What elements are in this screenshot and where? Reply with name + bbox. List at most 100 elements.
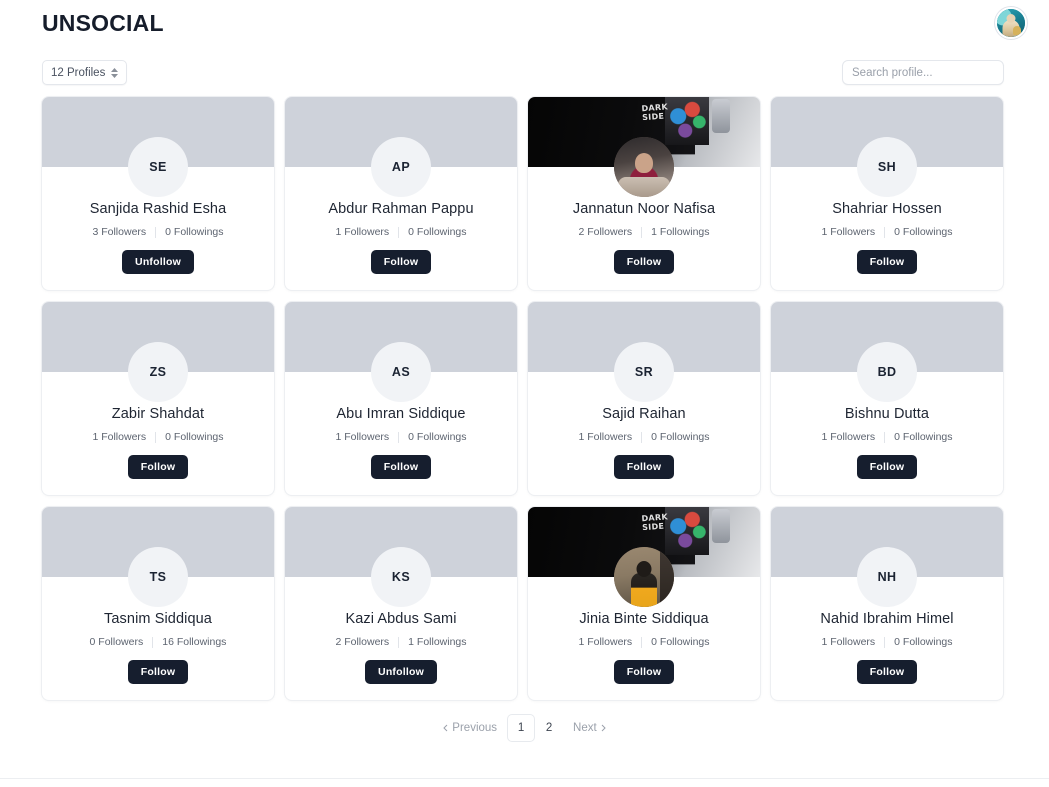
- avatar[interactable]: [995, 7, 1027, 39]
- profile-avatar-initials: NH: [877, 570, 897, 584]
- profile-stats: 0 Followers 16 Followings: [52, 636, 264, 648]
- profile-followers-count: 1 Followers: [821, 226, 876, 238]
- profile-avatar-initials: AS: [391, 365, 411, 379]
- profile-avatar-initials: SH: [877, 160, 897, 174]
- profile-card[interactable]: SR Sajid Raihan 1 Followers 0 Followings Fol…: [528, 302, 760, 495]
- profile-card[interactable]: KS Kazi Abdus Sami 2 Followers 1 Followings…: [285, 507, 517, 700]
- profile-avatar[interactable]: KS: [371, 547, 431, 607]
- profile-name: Nahid Ibrahim Himel: [820, 611, 954, 627]
- profile-follow-toggle-button[interactable]: Follow: [856, 250, 918, 274]
- profile-stats: 2 Followers 1 Followings: [538, 226, 750, 238]
- profile-followings-count: 0 Followings: [165, 226, 224, 238]
- profile-followings-count: 0 Followings: [165, 431, 224, 443]
- page-title: UNSOCIAL: [42, 9, 164, 36]
- profile-avatar[interactable]: TS: [128, 547, 188, 607]
- chevron-up-down-icon: [111, 67, 119, 78]
- profile-followers-count: 2 Followers: [335, 636, 390, 648]
- profile-avatar[interactable]: SH: [857, 137, 917, 197]
- profile-name: Kazi Abdus Sami: [345, 611, 457, 627]
- pagination-page-2[interactable]: 2: [536, 715, 562, 741]
- profile-card[interactable]: ZS Zabir Shahdat 1 Followers 0 Followings Fo…: [42, 302, 274, 495]
- avatar-head-shape: [1006, 14, 1016, 23]
- profile-name: Sanjida Rashid Esha: [89, 201, 227, 217]
- profile-avatar[interactable]: AP: [371, 137, 431, 197]
- toolbar: 12 Profiles: [0, 46, 1049, 97]
- profile-stats: 1 Followers 0 Followings: [538, 636, 750, 648]
- profile-avatar[interactable]: [614, 547, 674, 607]
- profile-followings-count: 16 Followings: [162, 636, 227, 648]
- profile-card[interactable]: SH Shahriar Hossen 1 Followers 0 Followings…: [771, 97, 1003, 290]
- profile-avatar[interactable]: [614, 137, 674, 197]
- profiles-count-label: 12 Profiles: [51, 66, 106, 79]
- profile-followings-count: 0 Followings: [894, 226, 953, 238]
- search-input[interactable]: [842, 60, 1004, 85]
- profile-follow-toggle-button[interactable]: Unfollow: [122, 250, 194, 274]
- cover-graffiti-text: DARK SIDE: [640, 512, 668, 533]
- stats-divider: [398, 431, 400, 443]
- avatar-photo-clothing: [618, 177, 670, 197]
- profile-avatar[interactable]: AS: [371, 342, 431, 402]
- profile-card[interactable]: BD Bishnu Dutta 1 Followers 0 Followings Fol…: [771, 302, 1003, 495]
- profile-card[interactable]: DARK SIDE Jannatun Noor Nafisa 2 Followers…: [528, 97, 760, 290]
- stats-divider: [641, 636, 643, 648]
- profile-name: Abdur Rahman Pappu: [328, 201, 474, 217]
- profile-follow-toggle-button[interactable]: Follow: [370, 455, 432, 479]
- profile-follow-toggle-button[interactable]: Follow: [127, 455, 189, 479]
- profile-follow-toggle-button[interactable]: Follow: [613, 455, 675, 479]
- profile-followers-count: 1 Followers: [821, 636, 876, 648]
- profile-stats: 1 Followers 0 Followings: [781, 226, 993, 238]
- avatar-photo-head: [636, 561, 652, 578]
- profile-followings-count: 1 Followings: [651, 226, 710, 238]
- profile-avatar-initials: SR: [634, 365, 654, 379]
- profile-follow-toggle-button[interactable]: Follow: [613, 660, 675, 684]
- pagination-previous-button[interactable]: Previous: [434, 715, 506, 741]
- avatar-photo-body: [631, 573, 657, 607]
- profile-avatar-initials: BD: [877, 365, 897, 379]
- profile-stats: 1 Followers 0 Followings: [781, 636, 993, 648]
- pagination-page-1[interactable]: 1: [508, 715, 535, 741]
- avatar-photo-face: [635, 152, 653, 173]
- profile-followers-count: 1 Followers: [578, 431, 633, 443]
- profile-follow-toggle-button[interactable]: Follow: [856, 455, 918, 479]
- profile-followings-count: 1 Followings: [408, 636, 467, 648]
- profile-card[interactable]: AP Abdur Rahman Pappu 1 Followers 0 Followi…: [285, 97, 517, 290]
- cover-graffiti-text: DARK SIDE: [640, 102, 668, 123]
- profile-follow-toggle-button[interactable]: Follow: [613, 250, 675, 274]
- profile-card[interactable]: AS Abu Imran Siddique 1 Followers 0 Followi…: [285, 302, 517, 495]
- profile-card[interactable]: NH Nahid Ibrahim Himel 1 Followers 0 Follow…: [771, 507, 1003, 700]
- profile-stats: 1 Followers 0 Followings: [295, 226, 507, 238]
- stats-divider: [155, 226, 157, 238]
- stats-divider: [884, 636, 886, 648]
- profile-followers-count: 3 Followers: [92, 226, 147, 238]
- profile-avatar[interactable]: ZS: [128, 342, 188, 402]
- top-header-bar: UNSOCIAL: [0, 0, 1049, 46]
- profile-card[interactable]: DARK SIDE Jinia Binte Siddiqua 1 Followers…: [528, 507, 760, 700]
- pagination-next-button[interactable]: Next: [564, 715, 615, 741]
- profile-avatar-initials: AP: [391, 160, 411, 174]
- profile-avatar[interactable]: SE: [128, 137, 188, 197]
- profiles-count-select[interactable]: 12 Profiles: [42, 60, 128, 85]
- profile-followings-count: 0 Followings: [651, 636, 710, 648]
- cover-figure-secondary-shape: [711, 99, 730, 133]
- profile-follow-toggle-button[interactable]: Follow: [127, 660, 189, 684]
- profile-followings-count: 0 Followings: [408, 431, 467, 443]
- profile-followings-count: 0 Followings: [408, 226, 467, 238]
- footer-divider: [0, 778, 1049, 779]
- profile-followers-count: 2 Followers: [578, 226, 633, 238]
- profile-follow-toggle-button[interactable]: Unfollow: [365, 660, 437, 684]
- profile-grid: SE Sanjida Rashid Esha 3 Followers 0 Follow…: [0, 97, 1049, 700]
- profile-avatar[interactable]: SR: [614, 342, 674, 402]
- profile-follow-toggle-button[interactable]: Follow: [856, 660, 918, 684]
- profile-follow-toggle-button[interactable]: Follow: [370, 250, 432, 274]
- profile-avatar-initials: KS: [391, 570, 411, 584]
- profile-card[interactable]: TS Tasnim Siddiqua 0 Followers 16 Following…: [42, 507, 274, 700]
- profile-avatar-initials: SE: [149, 160, 167, 174]
- profile-avatar-initials: ZS: [149, 365, 167, 379]
- profile-avatar[interactable]: BD: [857, 342, 917, 402]
- profile-followers-count: 1 Followers: [335, 226, 390, 238]
- profile-followings-count: 0 Followings: [894, 636, 953, 648]
- profile-name: Jinia Binte Siddiqua: [579, 611, 709, 627]
- profile-stats: 1 Followers 0 Followings: [295, 431, 507, 443]
- profile-card[interactable]: SE Sanjida Rashid Esha 3 Followers 0 Follow…: [42, 97, 274, 290]
- profile-avatar[interactable]: NH: [857, 547, 917, 607]
